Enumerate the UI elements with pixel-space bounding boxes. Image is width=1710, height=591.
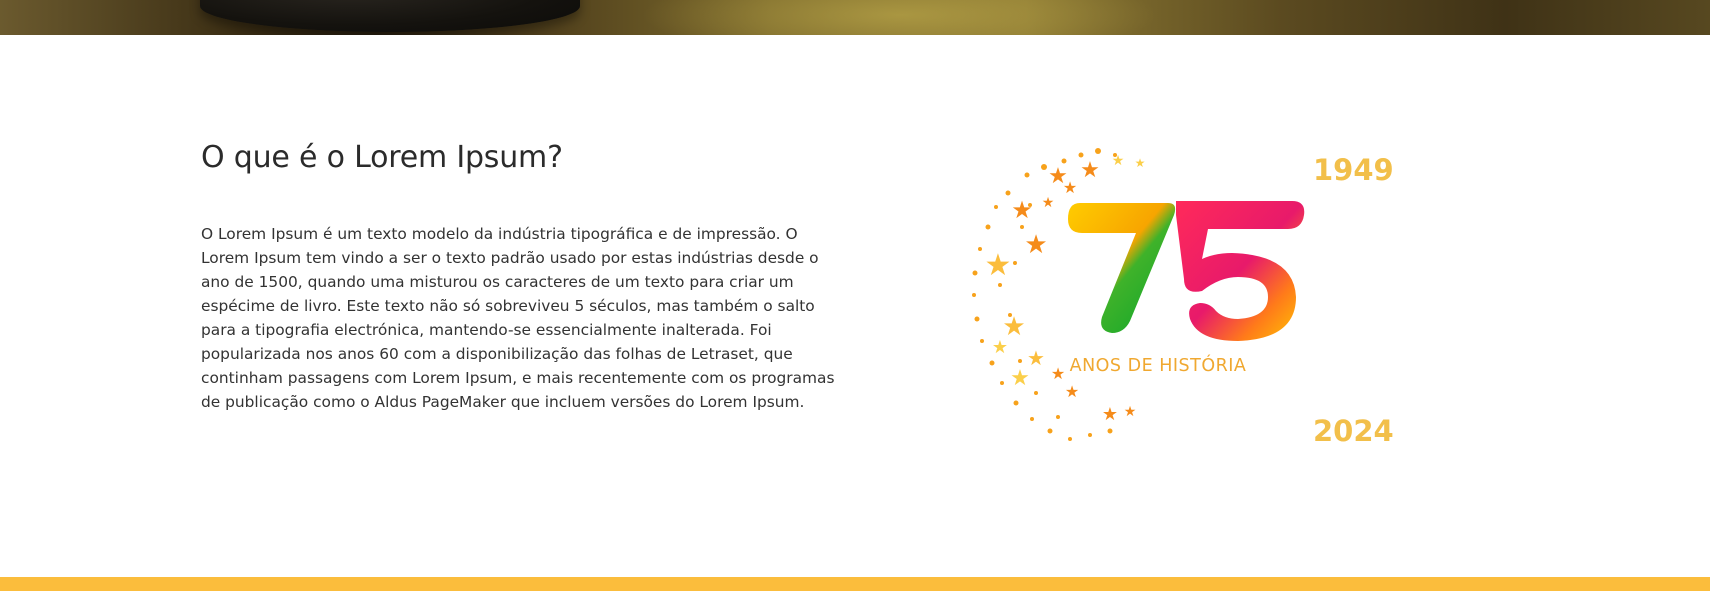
svg-text:★: ★: [1011, 196, 1033, 224]
year-end-label: 2024: [1313, 414, 1394, 448]
about-section: O que é o Lorem Ipsum? O Lorem Ipsum é u…: [201, 140, 841, 414]
year-start-label: 1949: [1313, 153, 1394, 187]
svg-text:★: ★: [1135, 156, 1146, 170]
svg-text:★: ★: [1063, 178, 1077, 197]
svg-text:★: ★: [1080, 158, 1100, 183]
hero-image-strip: [0, 0, 1710, 35]
logo-caption: ANOS DE HISTÓRIA: [1070, 354, 1247, 376]
svg-text:★: ★: [1024, 230, 1047, 260]
svg-text:★: ★: [1051, 364, 1065, 383]
number-five-shape: [1176, 201, 1305, 341]
hero-rock-shape: [200, 0, 580, 32]
number-seven-shape: [1068, 203, 1176, 333]
svg-text:★: ★: [992, 337, 1008, 358]
svg-text:★: ★: [1124, 404, 1137, 420]
section-body-text: O Lorem Ipsum é um texto modelo da indús…: [201, 225, 835, 411]
hero-glow: [640, 0, 1160, 35]
svg-text:★: ★: [1102, 404, 1118, 425]
svg-text:★: ★: [985, 248, 1012, 283]
svg-text:★: ★: [1010, 366, 1030, 391]
svg-text:★: ★: [1112, 153, 1125, 169]
section-title: O que é o Lorem Ipsum?: [201, 140, 563, 175]
svg-text:★: ★: [1065, 382, 1079, 401]
svg-text:★: ★: [1042, 195, 1055, 211]
footer-accent-bar: [0, 577, 1710, 591]
